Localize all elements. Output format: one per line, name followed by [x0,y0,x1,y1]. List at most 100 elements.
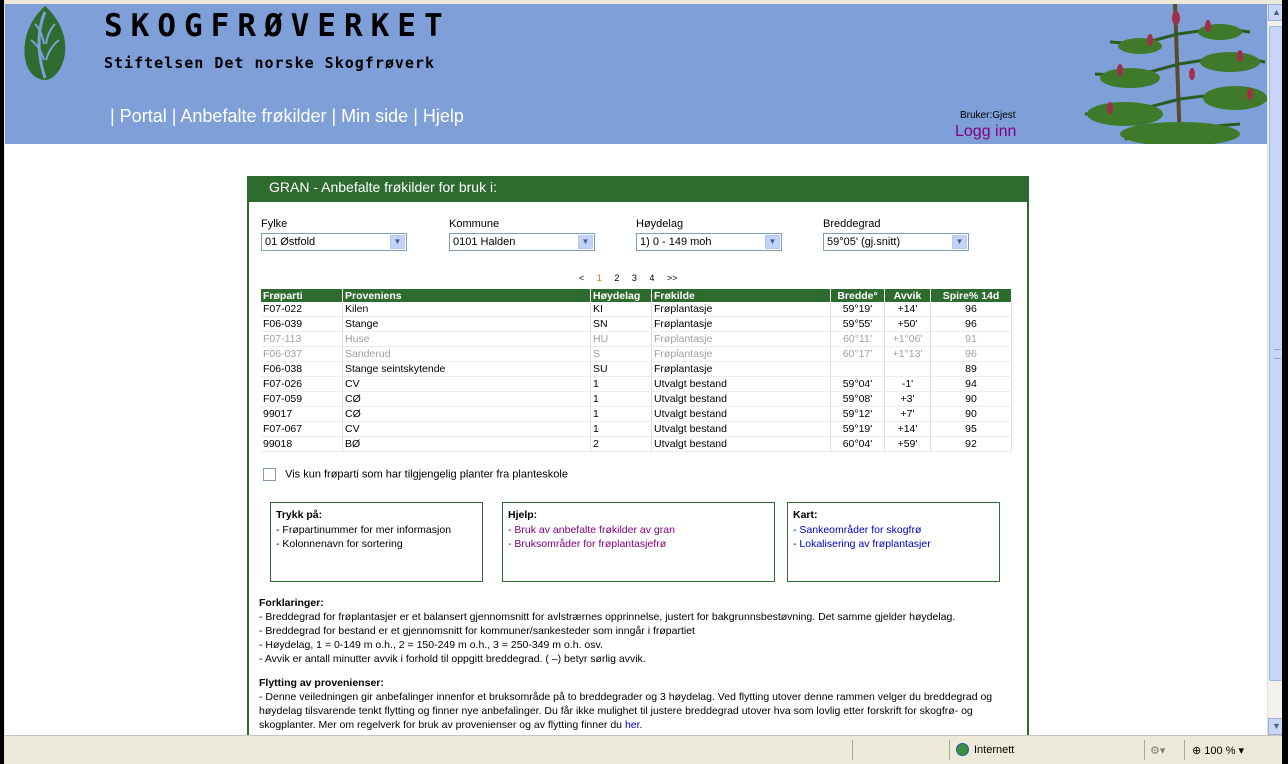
page-viewport: SKOGFRØVERKET Stiftelsen Det norske Skog… [5,4,1267,735]
nav-portal[interactable]: | Portal [110,106,167,126]
cell-froparti[interactable]: F07-026 [261,376,343,392]
kommune-value: 0101 Halden [453,236,516,248]
cell-proveniens: BØ [342,436,591,452]
kart-title: Kart: [793,509,818,521]
cell-spire: 94 [930,376,1012,392]
globe-icon [956,743,969,756]
cell-frokilde: Utvalgt bestand [651,406,831,422]
flytting-her-link[interactable]: her [625,719,640,731]
col-avvik[interactable]: Avvik [884,289,931,302]
cell-froparti[interactable]: F07-059 [261,391,343,407]
pager-page-1[interactable]: 1 [597,273,602,283]
cell-froparti[interactable]: F07-113 [261,331,343,347]
hoydelag-label: Høydelag [636,218,684,230]
cell-frokilde: Frøplantasje [651,331,831,347]
kart-box: Kart: - Sankeområder for skogfrø - Lokal… [787,502,1000,582]
cell-proveniens: Stange [342,316,591,332]
hoydelag-select[interactable]: 1) 0 - 149 moh ▼ [636,233,782,251]
table-row: F07-059 CØ 1 Utvalgt bestand 59°08' +3' 90 [261,391,1012,407]
cell-froparti[interactable]: F06-038 [261,361,343,377]
cell-froparti[interactable]: F06-037 [261,346,343,362]
cell-froparti[interactable]: F07-022 [261,302,343,317]
col-bredde[interactable]: Bredde° [830,289,885,302]
cell-froparti[interactable]: F06-039 [261,316,343,332]
cell-proveniens: CØ [342,406,591,422]
pager-page-2[interactable]: 2 [614,273,619,283]
hoydelag-value: 1) 0 - 149 moh [640,236,712,248]
cell-hoydelag: KI [590,302,652,317]
nav-min-side[interactable]: | Min side [331,106,408,126]
cell-hoydelag: HU [590,331,652,347]
cell-spire: 96 [930,302,1012,317]
cell-frokilde: Utvalgt bestand [651,436,831,452]
cell-hoydelag: 2 [590,436,652,452]
scroll-thumb[interactable] [1269,26,1282,681]
login-link[interactable]: Logg inn [955,123,1016,141]
chevron-down-icon[interactable]: ▼ [952,235,967,249]
table-row: F07-113 Huse HU Frøplantasje 60°11' +1°06' 91 [261,331,1012,347]
cell-proveniens: CØ [342,391,591,407]
col-spire[interactable]: Spire% 14d [930,289,1012,302]
cell-bredde [830,361,885,377]
pager-page-3[interactable]: 3 [632,273,637,283]
pager-prev[interactable]: < [579,273,584,283]
pager-page-4[interactable]: 4 [649,273,654,283]
cell-froparti[interactable]: 99018 [261,436,343,452]
browser-window: SKOGFRØVERKET Stiftelsen Det norske Skog… [4,0,1282,764]
cell-frokilde: Frøplantasje [651,361,831,377]
nav-hjelp[interactable]: | Hjelp [413,106,464,126]
status-divider [1184,740,1185,760]
cell-froparti[interactable]: 99017 [261,406,343,422]
cell-bredde: 59°55' [830,316,885,332]
cell-avvik: +1°06' [884,331,931,347]
protected-mode-icon[interactable]: ⚙▾ [1150,744,1165,757]
fylke-select[interactable]: 01 Østfold ▼ [261,233,407,251]
col-proveniens[interactable]: Proveniens [342,289,591,302]
flytting-title: Flytting av provenienser: [259,677,384,689]
trykk-line-1: - Frøpartinummer for mer informasjon [276,524,452,536]
kart-link-sankeomrader[interactable]: - Sankeområder for skogfrø [793,523,994,537]
zoom-control[interactable]: ⊕ 100 % ▾ [1192,744,1244,757]
cell-avvik: +59' [884,436,931,452]
cell-spire: 90 [930,406,1012,422]
cell-hoydelag: 1 [590,406,652,422]
breddegrad-select[interactable]: 59°05' (gj.snitt) ▼ [823,233,969,251]
status-divider [949,740,950,760]
nav-anbefalte-frokilder[interactable]: | Anbefalte frøkilder [172,106,327,126]
cell-frokilde: Frøplantasje [651,302,831,317]
cell-avvik: +14' [884,421,931,437]
chevron-down-icon[interactable]: ▼ [765,235,780,249]
cell-proveniens: Sanderud [342,346,591,362]
cell-proveniens: Kilen [342,302,591,317]
col-frokilde[interactable]: Frøkilde [651,289,831,302]
table-row: F06-038 Stange seintskytende SU Frøplantasj… [261,361,1012,377]
flytting-text: - Denne veiledningen gir anbefalinger in… [259,690,1019,732]
brand-subtitle: Stiftelsen Det norske Skogfrøverk [104,54,436,72]
breddegrad-label: Breddegrad [823,218,881,230]
trykk-line-2: - Kolonnenavn for sortering [276,538,403,550]
cell-proveniens: Stange seintskytende [342,361,591,377]
cell-hoydelag: S [590,346,652,362]
table-row: F07-067 CV 1 Utvalgt bestand 59°19' +14' 95 [261,421,1012,437]
scroll-up-button[interactable]: ▲ [1268,4,1282,21]
pager-next[interactable]: >> [667,273,678,283]
cell-avvik [884,361,931,377]
hoydelag-group: Høydelag 1) 0 - 149 moh ▼ [636,218,782,251]
hjelp-link-bruksomrader[interactable]: - Bruksområder for frøplantasjefrø [508,537,769,551]
chevron-down-icon[interactable]: ▼ [578,235,593,249]
fylke-group: Fylke 01 Østfold ▼ [261,218,407,251]
col-hoydelag[interactable]: Høydelag [590,289,652,302]
zoom-level: 100 % [1204,745,1236,757]
scroll-down-button[interactable]: ▼ [1268,718,1282,735]
vertical-scrollbar[interactable]: ▲ ▼ [1267,4,1282,735]
forklaring-line-2: - Breddegrad for bestand er et gjennomsn… [259,625,695,637]
cell-froparti[interactable]: F07-067 [261,421,343,437]
kommune-group: Kommune 0101 Halden ▼ [449,218,595,251]
col-froparti[interactable]: Frøparti [261,289,343,302]
available-plants-checkbox[interactable] [263,468,276,481]
chevron-down-icon[interactable]: ▼ [390,235,405,249]
panel-title: GRAN - Anbefalte frøkilder for bruk i: [249,176,1027,202]
kart-link-lokalisering[interactable]: - Lokalisering av frøplantasjer [793,537,994,551]
hjelp-link-bruk[interactable]: - Bruk av anbefalte frøkilder av gran [508,523,769,537]
kommune-select[interactable]: 0101 Halden ▼ [449,233,595,251]
